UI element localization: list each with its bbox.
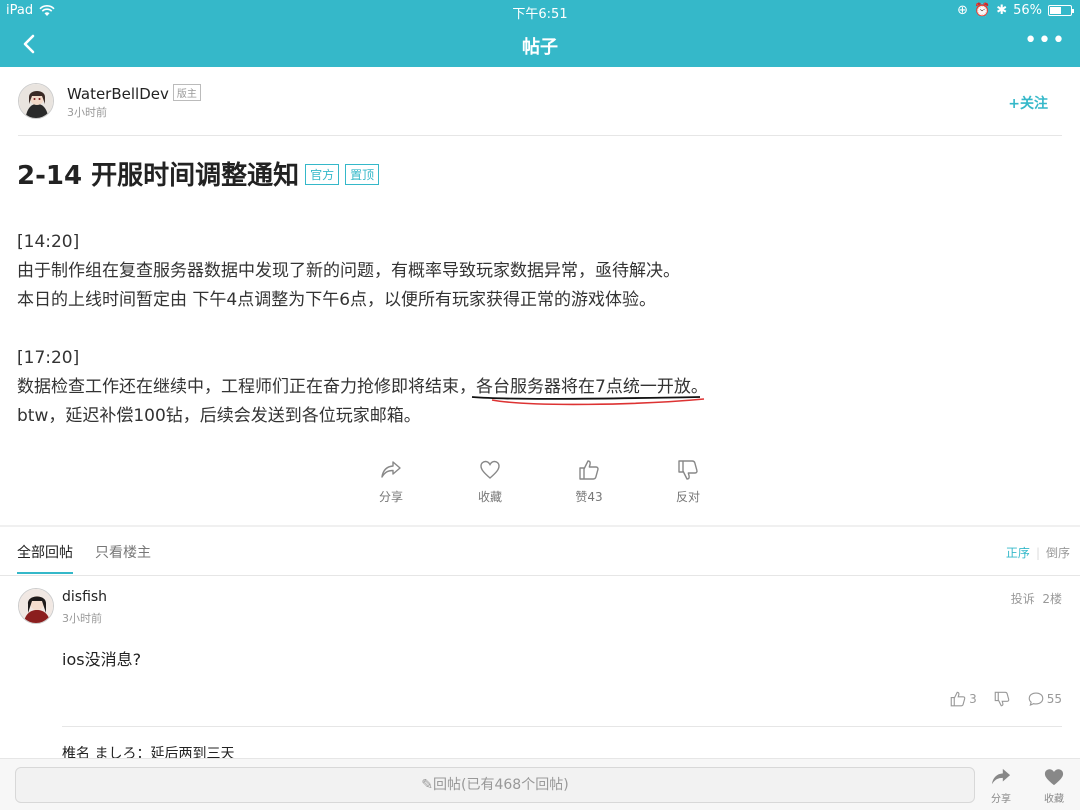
reply-time: 3小时前: [62, 612, 102, 625]
sort-descending[interactable]: 倒序: [1046, 546, 1070, 560]
battery-icon: [1048, 5, 1074, 16]
divider: [18, 135, 1062, 136]
bottom-share-label: 分享: [991, 794, 1011, 805]
author-avatar[interactable]: [18, 83, 54, 119]
post-title-text: 2-14 开服时间调整通知: [17, 161, 300, 191]
post-actions: 分享 收藏 赞43 反对: [340, 458, 740, 508]
reply-content: ios没消息?: [62, 650, 142, 669]
reply-dislike-button[interactable]: [993, 690, 1011, 708]
share-icon: [991, 768, 1011, 785]
highlighted-text: 各台服务器将在7点统一开放: [471, 373, 705, 406]
floor-number: 2楼: [1042, 592, 1062, 606]
pinned-tag: 置顶: [345, 164, 380, 185]
bottom-share-button[interactable]: 分享: [981, 767, 1021, 805]
share-label: 分享: [378, 490, 403, 504]
post-body: [14:20] 由于制作组在复查服务器数据中发现了新的问题，有概率导致玩家数据异…: [17, 228, 1067, 431]
battery-percent: 56%: [1013, 3, 1042, 18]
thumbs-up-icon: [950, 691, 966, 707]
status-bar: iPad 下午6:51 ⊕ ⏰ ✱ 56%: [0, 0, 1080, 22]
reply-meta: 投诉 2楼: [1011, 590, 1062, 607]
body-line-part: 数据检查工作还在继续中，工程师们正在奋力抢修即将结束，: [17, 377, 476, 397]
dislike-label: 反对: [675, 490, 700, 504]
bottom-bar: ✎回帖(已有468个回帖) 分享 收藏: [0, 758, 1080, 810]
reply-comment-count: 55: [1046, 692, 1062, 706]
author-name-text[interactable]: WaterBellDev: [67, 85, 169, 103]
heart-icon: [1044, 769, 1064, 786]
sort-ascending[interactable]: 正序: [1006, 546, 1030, 560]
nav-bar: 帖子 •••: [0, 22, 1080, 67]
post-time: 3小时前: [67, 106, 107, 119]
author-name[interactable]: WaterBellDev 版主: [67, 84, 201, 103]
tab-owner-only[interactable]: 只看楼主: [95, 542, 151, 562]
share-icon: [381, 461, 401, 478]
thumbs-down-icon: [994, 691, 1010, 707]
bluetooth-icon: ✱: [996, 3, 1008, 18]
clock: 下午6:51: [512, 7, 568, 22]
body-line: 由于制作组在复查服务器数据中发现了新的问题，有概率导致玩家数据异常，亟待解决。: [17, 261, 680, 281]
reply-comment-button[interactable]: 55: [1027, 690, 1062, 708]
body-line: 数据检查工作还在继续中，工程师们正在奋力抢修即将结束，各台服务器将在7点统一开放…: [17, 373, 1067, 406]
top-bar: iPad 下午6:51 ⊕ ⏰ ✱ 56% 帖子 •••: [0, 0, 1080, 67]
comment-icon: [1028, 692, 1044, 706]
reply-like-count: 3: [969, 692, 977, 706]
divider: [0, 575, 1080, 576]
divider: [62, 726, 1062, 727]
favorite-label: 收藏: [477, 490, 502, 504]
share-action[interactable]: 分享: [361, 458, 421, 505]
bottom-favorite-button[interactable]: 收藏: [1034, 767, 1074, 805]
bottom-favorite-label: 收藏: [1044, 794, 1064, 805]
alarm-icon: ⏰: [974, 3, 991, 18]
tab-all-replies[interactable]: 全部回帖: [17, 542, 73, 574]
more-options-icon[interactable]: •••: [1024, 28, 1066, 53]
thumbs-down-icon: [678, 460, 698, 480]
body-line: [14:20]: [17, 232, 80, 252]
post-title: 2-14 开服时间调整通知 官方 置顶: [17, 155, 380, 192]
favorite-action[interactable]: 收藏: [460, 458, 520, 505]
reply-author[interactable]: disfish: [62, 589, 107, 605]
sort-order: 正序 | 倒序: [1005, 546, 1070, 560]
reply-item: disfish 3小时前 投诉 2楼 ios没消息? 3 55 椎名 ましろ：延…: [18, 588, 1068, 762]
reply-stats: 3 55: [949, 690, 1062, 708]
post-author: WaterBellDev 版主 3小时前 +关注: [18, 83, 1068, 123]
battery-fill: [1050, 7, 1061, 14]
official-tag: 官方: [305, 164, 340, 185]
moderator-badge: 版主: [172, 84, 201, 101]
reply-tabs: 全部回帖 只看楼主 正序 | 倒序: [0, 528, 1080, 576]
reply-avatar[interactable]: [18, 588, 54, 624]
handwritten-underline: [471, 396, 705, 406]
reply-input[interactable]: ✎回帖(已有468个回帖): [15, 767, 975, 803]
rotation-lock-icon: ⊕: [957, 3, 968, 18]
section-divider: [0, 525, 1080, 527]
like-label: 赞43: [575, 490, 603, 504]
dislike-action[interactable]: 反对: [658, 458, 718, 505]
heart-icon: [480, 460, 500, 479]
body-line: [17:20]: [17, 348, 80, 368]
like-action[interactable]: 赞43: [559, 458, 619, 505]
reply-like-button[interactable]: 3: [949, 690, 977, 708]
report-link[interactable]: 投诉: [1011, 592, 1035, 606]
body-line: 本日的上线时间暂定由 下午4点调整为下午6点，以便所有玩家获得正常的游戏体验。: [17, 290, 657, 310]
nav-title: 帖子: [522, 37, 558, 58]
follow-button[interactable]: +关注: [1008, 93, 1048, 113]
thumbs-up-icon: [579, 460, 599, 480]
